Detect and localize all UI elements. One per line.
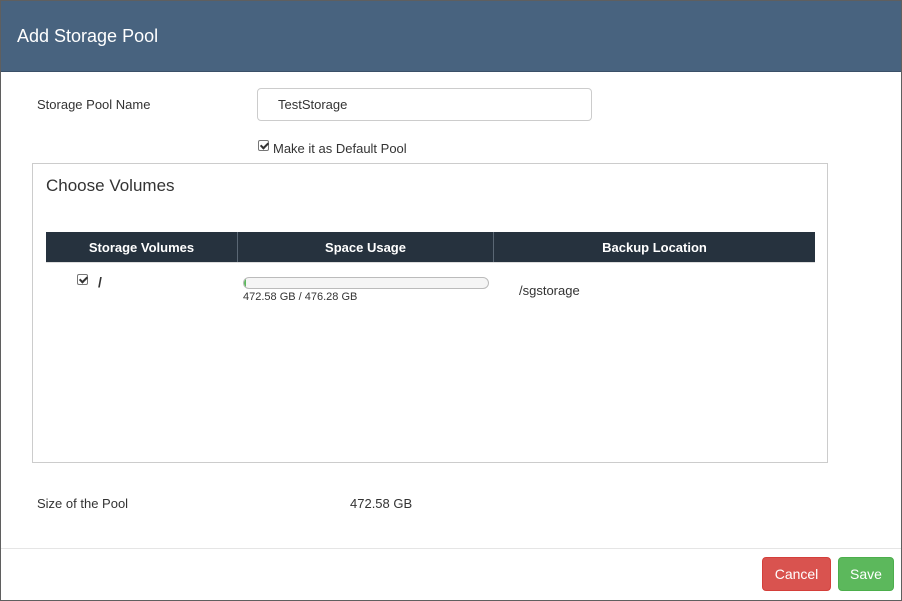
dialog-title: Add Storage Pool: [17, 26, 159, 46]
add-storage-pool-dialog: Add Storage Pool Storage Pool Name Make …: [0, 0, 902, 601]
space-usage-text: 472.58 GB / 476.28 GB: [243, 291, 358, 303]
pool-size-label: Size of the Pool: [37, 496, 129, 511]
dialog-footer: Cancel Save: [1, 548, 901, 600]
column-backup-location: Backup Location: [602, 239, 707, 255]
pool-size-value: 472.58 GB: [350, 496, 413, 511]
pool-name-label: Storage Pool Name: [37, 97, 151, 112]
volume-name: /: [98, 274, 102, 290]
space-usage-fill: [244, 278, 246, 288]
dialog-header: Add Storage Pool: [1, 1, 901, 72]
choose-volumes-title: Choose Volumes: [46, 176, 175, 195]
column-space-usage: Space Usage: [238, 232, 494, 262]
default-pool-label: Make it as Default Pool: [273, 141, 407, 156]
save-button[interactable]: Save: [838, 557, 894, 591]
default-pool-checkbox[interactable]: [258, 140, 269, 151]
column-storage-volumes: Storage Volumes: [46, 232, 238, 262]
backup-location: /sgstorage: [519, 283, 580, 298]
volumes-table-header: Storage Volumes Space Usage Backup Locat…: [46, 232, 815, 263]
cancel-button[interactable]: Cancel: [762, 557, 831, 591]
volume-checkbox[interactable]: [77, 274, 88, 285]
choose-volumes-panel: Choose Volumes Storage Volumes Space Usa…: [32, 163, 828, 463]
space-usage-bar: [243, 277, 489, 289]
pool-name-input[interactable]: [257, 88, 592, 121]
